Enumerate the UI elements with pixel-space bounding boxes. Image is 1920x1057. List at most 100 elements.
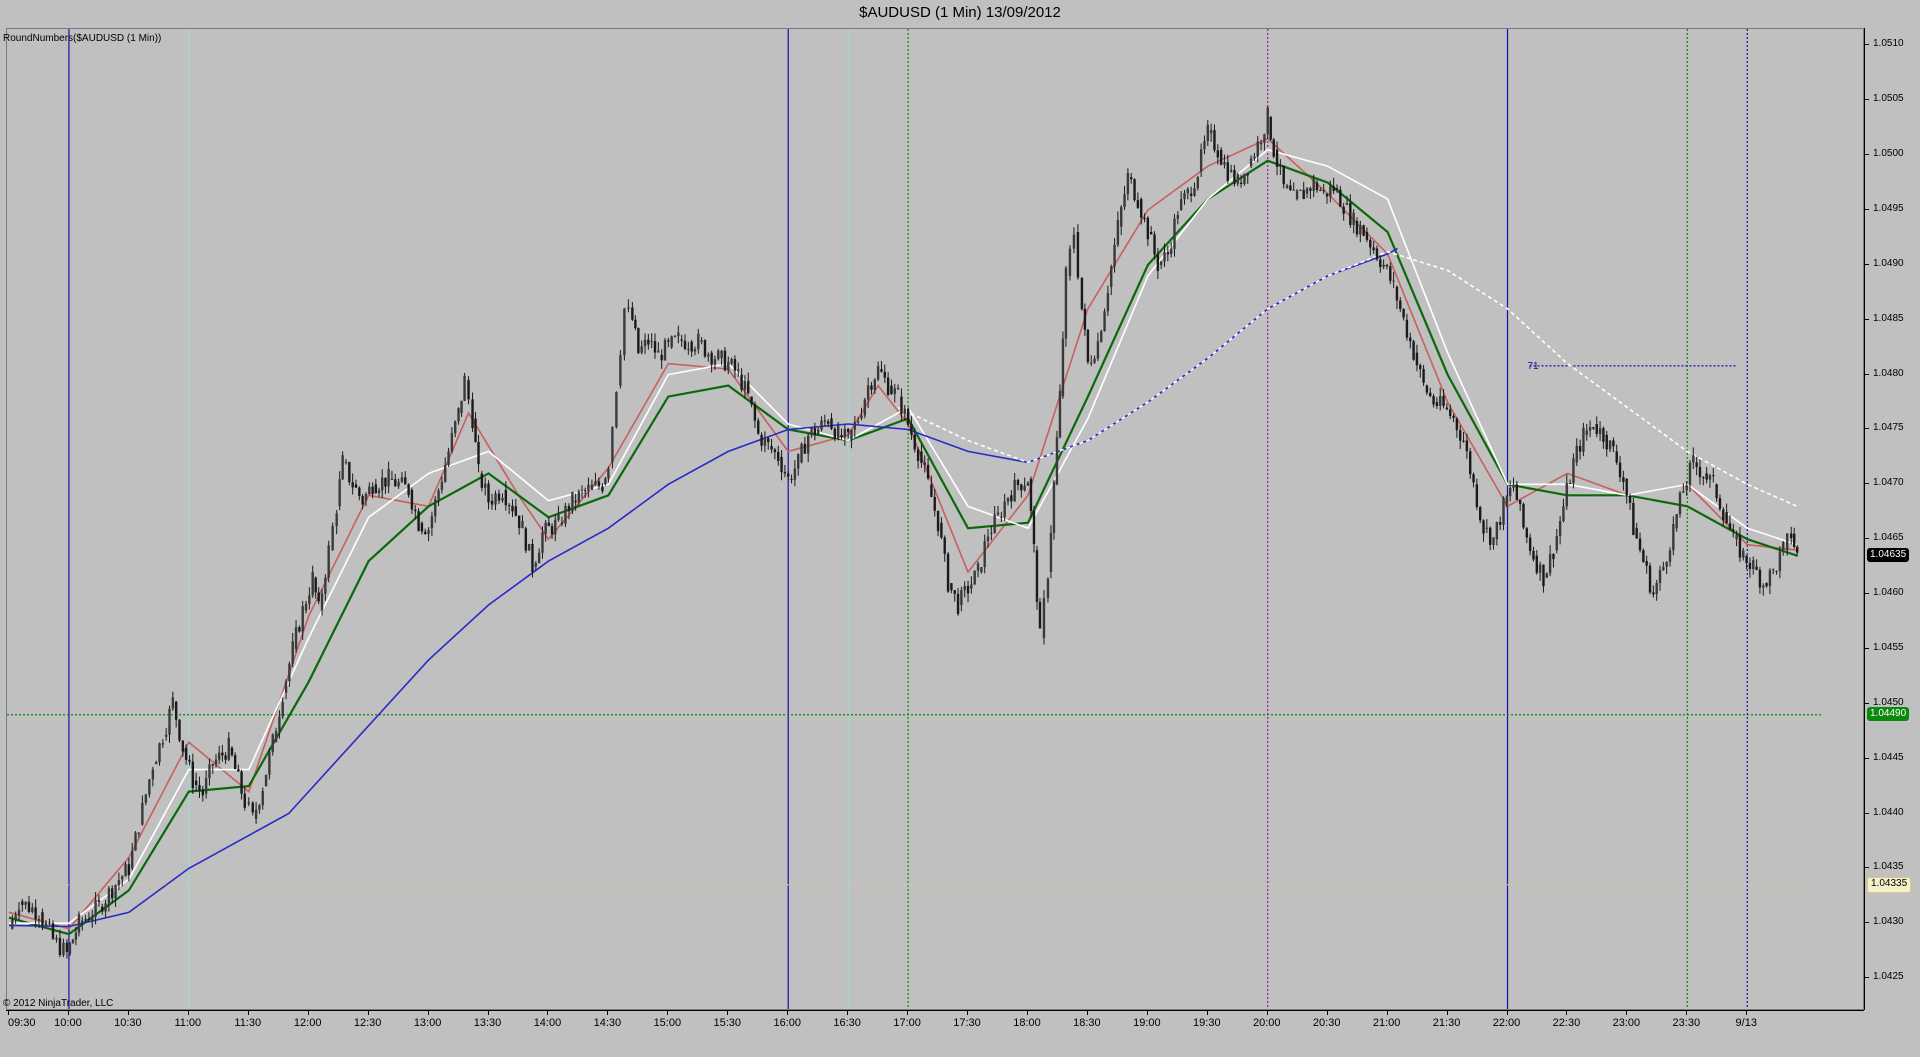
candle-body [1449,409,1452,417]
candle-body [550,526,554,535]
candle-body [1263,134,1266,143]
price-tick-label: 1.0480 [1873,367,1904,379]
price-tick-label: 1.0505 [1873,93,1904,105]
time-tick-label: 19:30 [1193,1017,1221,1029]
candle-body [1055,437,1059,485]
candle-body [1319,190,1322,192]
candle-body [607,468,610,479]
price-badge-green: 1.04490 [1867,706,1910,721]
time-tick-label: 22:30 [1552,1017,1581,1029]
candle-body [584,490,587,492]
candle-body [1522,503,1525,528]
candle-body [653,341,657,353]
candle-body [214,759,218,765]
candle-body [910,423,913,435]
plot-area[interactable]: 71 [6,28,1864,1010]
candle-body [1196,177,1200,189]
candle-body [1010,495,1013,502]
candle-body [237,769,240,772]
time-tick-mark [187,1011,189,1015]
time-tick-mark [787,1011,789,1015]
candle-body [1379,259,1382,268]
candle-body [1100,331,1103,342]
candle-body [1061,338,1065,397]
candle-body [1032,510,1036,545]
candle-body [640,346,643,353]
candle-body [850,429,853,441]
candle-body [916,449,920,461]
price-axis[interactable]: 1.0510 1.0505 1.0500 1.0495 1.0490 1.0485 1.04… [1864,28,1920,1010]
candle-body [1708,475,1712,480]
candle-body [1685,485,1688,490]
time-axis[interactable]: 09:30 10:00 10:30 11:00 11:30 12:00 12:30 13:00… [6,1010,1864,1041]
candle-body [960,590,963,606]
candle-body [1226,162,1229,182]
time-tick-mark [1266,1011,1268,1015]
price-tick-label: 1.0510 [1873,38,1904,50]
candle-body [1136,200,1140,208]
candle-body [374,484,378,494]
candle-body [966,585,970,594]
candle-body [1412,341,1415,360]
candle-body [48,922,51,924]
candle-body [1173,218,1176,249]
candle-body [364,493,368,501]
candle-body [1755,566,1758,570]
candle-body [970,584,973,589]
candle-body [511,505,514,512]
candle-body [1335,188,1339,190]
candle-body [1402,308,1405,318]
candle-body [521,520,524,529]
candle-body [797,453,800,469]
candle-body [886,377,890,395]
candle-body [1642,550,1645,563]
candle-body [597,481,601,487]
candle-body [271,734,274,753]
candle-body [317,592,320,602]
candle-body [753,404,757,421]
candle-body [377,490,381,494]
candle-body [903,408,906,414]
candle-body [1675,514,1678,529]
candle-body [51,923,55,939]
candle-body [1120,207,1123,227]
candle-body [1176,215,1180,219]
candle-body [627,307,630,309]
candle-body [1498,522,1502,525]
candle-body [1163,252,1166,262]
indicator-line-1 [8,137,1798,930]
price-tick-mark [1865,373,1869,375]
candle-body [611,427,614,463]
candle-body [1029,478,1033,511]
candle-body [730,358,733,364]
price-tick-mark [1865,757,1869,759]
time-tick-mark [1086,1011,1088,1015]
candle-body [504,489,508,506]
candle-body [1389,266,1392,281]
candle-body [1445,407,1449,410]
price-chart[interactable]: 71 [7,29,1864,1010]
candle-body [311,571,314,596]
candle-body [657,350,660,353]
price-tick-mark [1865,318,1869,320]
candle-body [1439,395,1442,406]
candle-body [680,339,683,341]
candle-body [1732,529,1735,531]
candle-body [62,942,65,956]
time-tick-mark [1386,1011,1388,1015]
candle-body [1462,440,1465,442]
candle-body [760,434,763,446]
candle-body [288,663,291,682]
candle-body [1113,244,1116,267]
candle-body [1658,570,1662,584]
candle-body [833,428,837,439]
candle-body [567,505,571,512]
candle-body [361,496,364,505]
candle-body [227,737,230,760]
candle-body [1292,189,1295,191]
candle-body [615,391,618,428]
time-tick-label: 10:30 [114,1017,142,1029]
candle-body [217,752,221,760]
candle-body [1482,520,1485,534]
time-tick-mark [967,1011,969,1015]
